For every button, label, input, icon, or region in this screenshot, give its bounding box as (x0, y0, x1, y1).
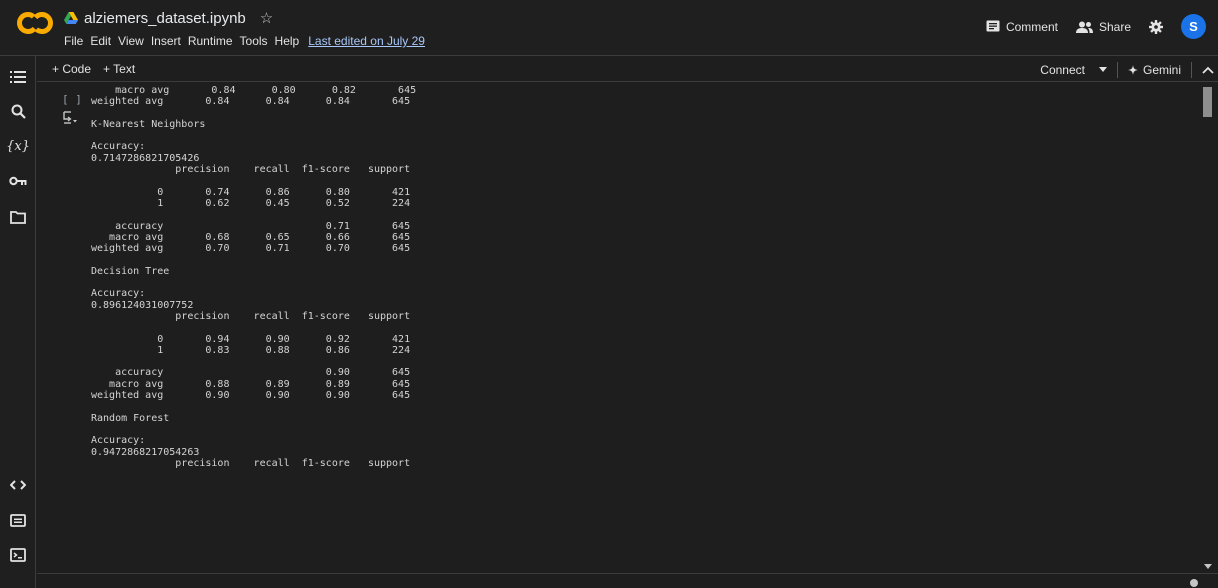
cell-output-text: macro avg 0.84 0.80 0.82 645 weighted av… (91, 85, 417, 469)
notebook-title[interactable]: alziemers_dataset.ipynb (84, 10, 246, 27)
connect-dropdown-icon[interactable] (1098, 67, 1107, 72)
scroll-down-arrow-icon[interactable] (1204, 564, 1212, 569)
add-text-button[interactable]: + Text (103, 62, 135, 76)
vertical-scrollbar[interactable] (1200, 83, 1218, 573)
cell-run-indicator[interactable]: [ ] (62, 93, 82, 106)
output-toggle-icon[interactable] (61, 111, 77, 125)
comment-icon (986, 20, 1000, 32)
command-palette-icon[interactable] (7, 509, 29, 531)
gemini-label: Gemini (1142, 62, 1181, 77)
status-bar (37, 573, 1218, 588)
share-button[interactable]: Share (1075, 19, 1131, 34)
menu-edit[interactable]: Edit (90, 34, 111, 48)
secrets-key-icon[interactable] (7, 170, 29, 192)
files-folder-icon[interactable] (7, 206, 29, 228)
menu-runtime[interactable]: Runtime (188, 34, 233, 48)
share-label: Share (1098, 19, 1131, 34)
comment-label: Comment (1005, 19, 1058, 34)
google-drive-icon[interactable] (64, 11, 78, 25)
settings-gear-icon[interactable] (1149, 19, 1163, 34)
add-code-button[interactable]: + Code (52, 62, 91, 76)
gemini-button[interactable]: Gemini (1127, 62, 1181, 77)
notebook-toolbar: + Code + Text Connect Gemini (37, 57, 1218, 82)
app-header: alziemers_dataset.ipynb ☆ File Edit View… (0, 0, 1218, 56)
menu-tools[interactable]: Tools (240, 34, 268, 48)
search-icon[interactable] (7, 100, 29, 122)
colab-logo[interactable] (16, 10, 54, 36)
terminal-icon[interactable] (7, 544, 29, 566)
notebook-title-row: alziemers_dataset.ipynb ☆ (64, 9, 273, 27)
last-edited-link[interactable]: Last edited on July 29 (308, 34, 425, 48)
menu-help[interactable]: Help (275, 34, 300, 48)
menu-view[interactable]: View (118, 34, 144, 48)
table-of-contents-icon[interactable] (7, 66, 29, 88)
variables-icon[interactable]: {x} (6, 135, 30, 157)
scrollbar-thumb[interactable] (1203, 87, 1212, 117)
connect-button[interactable]: Connect (1040, 63, 1085, 77)
runtime-status-dot[interactable] (1190, 579, 1198, 587)
toolbar-divider (1116, 61, 1118, 78)
notebook-cell-area: [ ] macro avg 0.84 0.80 0.82 645 weighte… (37, 83, 1200, 573)
code-snippets-icon[interactable] (7, 474, 29, 496)
gemini-sparkle-icon (1127, 64, 1138, 75)
people-icon (1075, 21, 1093, 33)
toolbar-divider (1191, 61, 1192, 78)
star-icon[interactable]: ☆ (260, 9, 273, 27)
comment-button[interactable]: Comment (986, 20, 1058, 34)
left-sidebar: {x} (0, 56, 36, 588)
header-actions: Comment Share S (986, 14, 1206, 39)
collapse-chevron-up-icon[interactable] (1202, 66, 1214, 74)
user-avatar[interactable]: S (1181, 14, 1206, 39)
menu-bar: File Edit View Insert Runtime Tools Help… (64, 34, 432, 48)
menu-insert[interactable]: Insert (151, 34, 181, 48)
menu-file[interactable]: File (64, 34, 83, 48)
